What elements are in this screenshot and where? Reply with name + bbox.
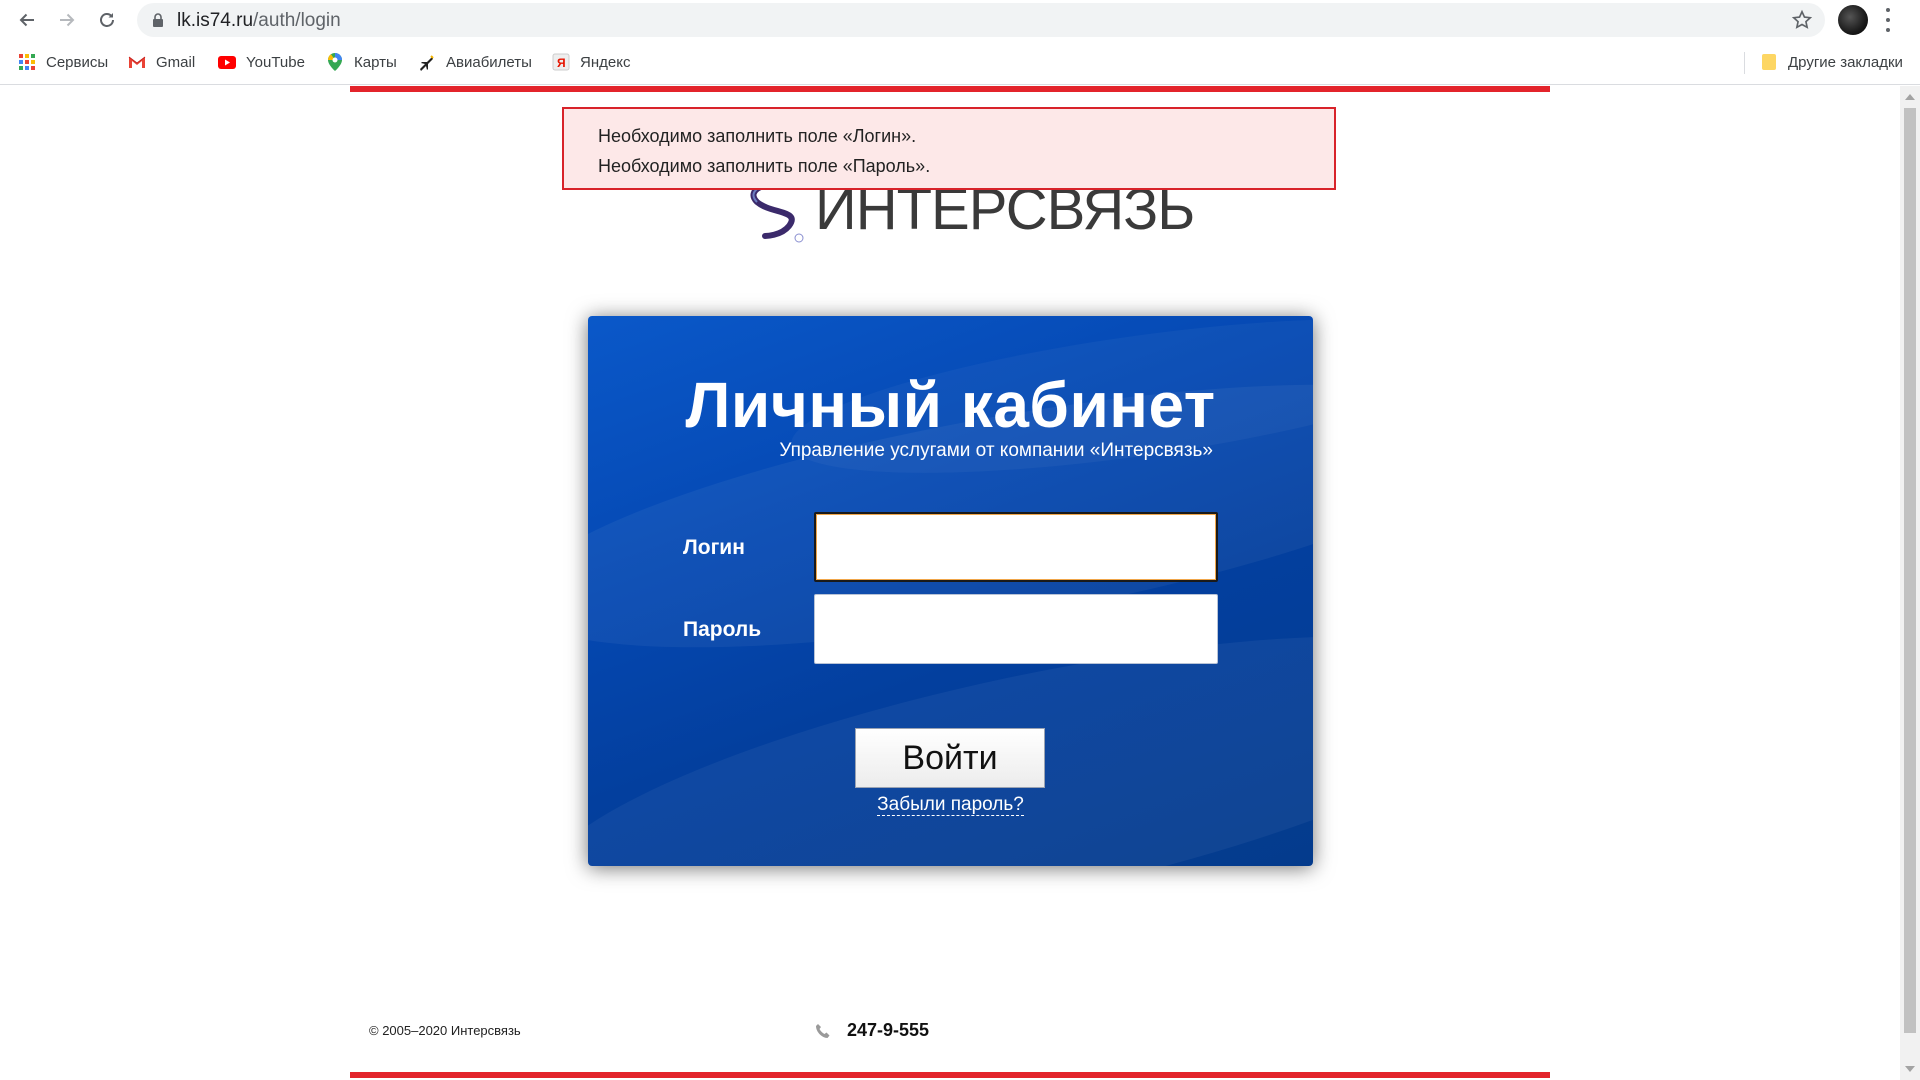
login-label: Логин [683, 536, 745, 559]
login-input[interactable] [814, 512, 1218, 582]
reload-button[interactable] [93, 6, 121, 34]
bookmark-other[interactable]: Другие закладки [1760, 50, 1903, 74]
reload-icon [100, 13, 114, 27]
gmail-icon [128, 53, 146, 71]
arrow-left-icon [19, 13, 34, 27]
address-bar[interactable]: lk.is74.ru/auth/login [137, 3, 1825, 37]
bookmark-label: Яндекс [580, 53, 631, 71]
login-panel: Личный кабинет Управление услугами от ко… [588, 316, 1313, 866]
scroll-up-icon[interactable] [1905, 94, 1915, 100]
back-button[interactable] [13, 6, 41, 34]
bookmark-label: Другие закладки [1788, 53, 1903, 71]
page-subtitle: Управление услугами от компании «Интерсв… [779, 440, 1213, 461]
bookmark-label: Карты [354, 53, 397, 71]
apps-grid-icon [18, 53, 36, 71]
bookmark-label: Gmail [156, 53, 196, 71]
scroll-down-icon[interactable] [1905, 1066, 1915, 1072]
bookmark-label: Сервисы [46, 53, 109, 71]
login-submit-button[interactable]: Войти [855, 728, 1045, 788]
page-scrollbar[interactable] [1900, 86, 1920, 1080]
bookmarks-bar: Сервисы Gmail YouTube Карты Авиабилеты Я… [0, 40, 1920, 85]
footer-copyright: © 2005–2020 Интерсвязь [369, 1023, 521, 1038]
forward-button[interactable] [53, 6, 81, 34]
bookmark-maps[interactable]: Карты [326, 50, 397, 74]
phone-icon [816, 1023, 830, 1038]
yandex-icon: Я [552, 53, 570, 71]
validation-error-box: Необходимо заполнить поле «Логин». Необх… [562, 107, 1336, 190]
star-icon[interactable] [1791, 9, 1813, 31]
forgot-password-link[interactable]: Забыли пароль? [877, 794, 1024, 816]
error-message: Необходимо заполнить поле «Логин». [598, 126, 917, 146]
page-title: Личный кабинет [685, 369, 1216, 441]
lock-icon [153, 13, 163, 27]
svg-text:Я: Я [557, 56, 566, 70]
scrollbar-thumb[interactable] [1904, 108, 1916, 1033]
bookmark-gmail[interactable]: Gmail [128, 50, 195, 74]
bookmark-services[interactable]: Сервисы [18, 50, 108, 74]
bookmark-avia[interactable]: Авиабилеты [418, 50, 532, 74]
bookmark-label: Авиабилеты [446, 53, 532, 71]
bookmark-yandex[interactable]: Я Яндекс [552, 50, 630, 74]
url-text: lk.is74.ru/auth/login [177, 10, 341, 32]
youtube-icon [218, 53, 236, 71]
bookmarks-separator [1744, 52, 1745, 74]
airplane-icon [418, 53, 436, 71]
bookmark-label: YouTube [246, 53, 305, 71]
forgot-password-wrap: Забыли пароль? [588, 794, 1313, 816]
password-label: Пароль [683, 618, 762, 641]
url-path: /auth/login [253, 10, 341, 31]
bottom-accent-line [350, 1072, 1550, 1078]
maps-pin-icon [326, 53, 344, 71]
footer-phone: 247-9-555 [815, 1020, 929, 1041]
profile-avatar[interactable] [1838, 5, 1868, 35]
url-host: lk.is74.ru [177, 10, 254, 31]
error-message: Необходимо заполнить поле «Пароль». [598, 156, 931, 176]
browser-menu-icon[interactable] [1884, 8, 1892, 32]
arrow-right-icon [60, 13, 75, 27]
folder-icon [1760, 53, 1778, 71]
browser-toolbar: lk.is74.ru/auth/login [0, 0, 1920, 40]
page-viewport: ИНТЕРСВЯЗЬ Необходимо заполнить поле «Ло… [0, 86, 1900, 1080]
bookmark-youtube[interactable]: YouTube [218, 50, 305, 74]
top-accent-line [350, 86, 1550, 92]
password-input[interactable] [814, 594, 1218, 664]
phone-number: 247-9-555 [847, 1020, 930, 1040]
